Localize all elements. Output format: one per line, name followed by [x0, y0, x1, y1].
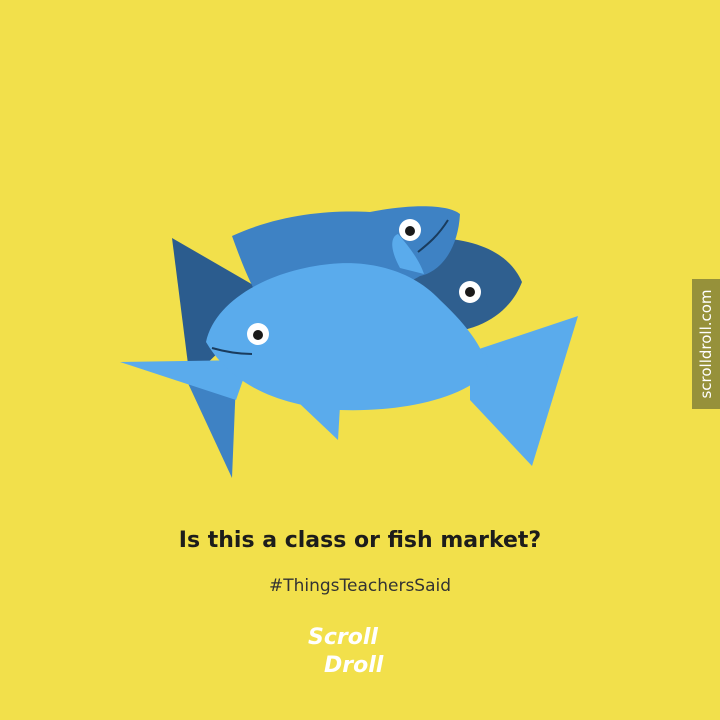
hashtag: #ThingsTeachersSaid [268, 576, 452, 596]
headline: Is this a class or fish market? [178, 528, 542, 553]
logo-line2: Droll [324, 653, 384, 678]
fish-illustration [120, 206, 578, 478]
side-tab-text: scrolldroll.com [697, 289, 715, 399]
scrolldroll-logo[interactable]: Scroll Droll [304, 620, 414, 680]
side-tab[interactable]: scrolldroll.com [692, 279, 720, 409]
logo-line1: Scroll [308, 625, 378, 650]
